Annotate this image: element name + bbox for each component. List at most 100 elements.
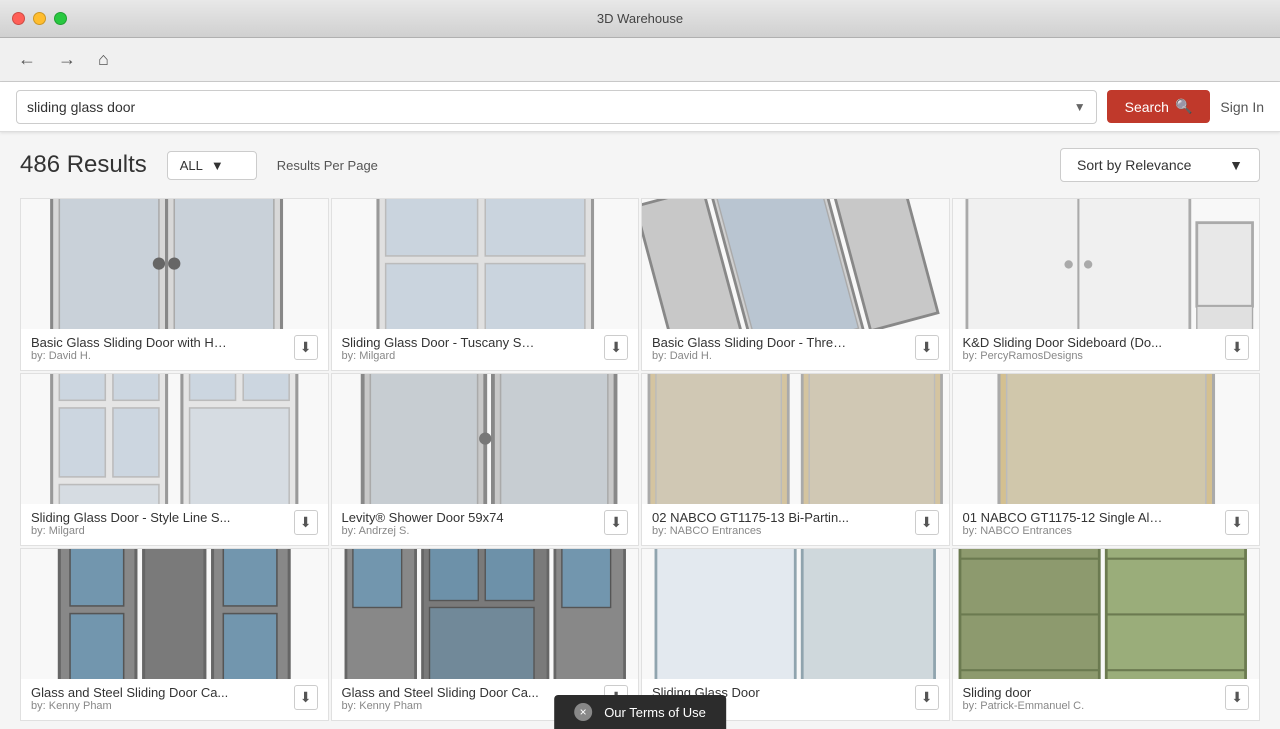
sort-dropdown[interactable]: Sort by Relevance ▼	[1060, 148, 1260, 182]
download-button[interactable]: ⬇	[294, 685, 318, 710]
item-info: Basic Glass Sliding Door with Ha... by: …	[21, 329, 328, 370]
item-text: 01 NABCO GT1175-12 Single All... by: NAB…	[963, 510, 1226, 537]
minimize-button[interactable]	[33, 12, 46, 25]
item-author: by: David H.	[31, 350, 294, 362]
item-info: Sliding Glass Door - Style Line S... by:…	[21, 504, 328, 545]
item-image	[21, 199, 328, 329]
grid-item[interactable]: 01 NABCO GT1175-12 Single All... by: NAB…	[952, 373, 1261, 546]
item-title: Sliding Glass Door - Tuscany Ser...	[342, 335, 542, 350]
item-text: Sliding Glass Door - Tuscany Ser... by: …	[342, 335, 605, 362]
results-area: 486 Results ALL ▼ Results Per Page Sort …	[0, 132, 1280, 729]
item-image	[332, 199, 639, 329]
item-info: 02 NABCO GT1175-13 Bi-Partin... by: NABC…	[642, 504, 949, 545]
item-text: K&D Sliding Door Sideboard (Do... by: Pe…	[963, 335, 1226, 362]
item-info: Sliding door by: Patrick-Emmanuel C. ⬇	[953, 679, 1260, 720]
download-button[interactable]: ⬇	[294, 335, 318, 360]
item-image	[953, 549, 1260, 679]
item-info: Basic Glass Sliding Door - Three ... by:…	[642, 329, 949, 370]
grid-item[interactable]: 02 NABCO GT1175-13 Bi-Partin... by: NABC…	[641, 373, 950, 546]
download-button[interactable]: ⬇	[604, 335, 628, 360]
download-button[interactable]: ⬇	[915, 335, 939, 360]
terms-banner: × Our Terms of Use	[554, 695, 726, 729]
search-input-wrap[interactable]: ▼	[16, 90, 1097, 124]
grid-item[interactable]: Sliding Glass Door - Style Line S... by:…	[20, 373, 329, 546]
item-title: Levity® Shower Door 59x74	[342, 510, 542, 525]
navbar: ← → ⌂	[0, 38, 1280, 82]
item-info: K&D Sliding Door Sideboard (Do... by: Pe…	[953, 329, 1260, 370]
sign-in-link[interactable]: Sign In	[1220, 99, 1264, 115]
item-title: Sliding door	[963, 685, 1163, 700]
item-image	[642, 199, 949, 329]
item-text: Sliding Glass Door - Style Line S... by:…	[31, 510, 294, 537]
item-image	[332, 549, 639, 679]
close-button[interactable]	[12, 12, 25, 25]
forward-button[interactable]: →	[52, 45, 82, 74]
filter-dropdown-icon: ▼	[211, 158, 224, 173]
item-info: Sliding Glass Door - Tuscany Ser... by: …	[332, 329, 639, 370]
searchbar: ▼ Search 🔍 Sign In	[0, 82, 1280, 132]
filter-label: ALL	[180, 158, 203, 173]
grid-item[interactable]: Basic Glass Sliding Door - Three ... by:…	[641, 198, 950, 371]
item-title: Basic Glass Sliding Door - Three ...	[652, 335, 852, 350]
item-image	[332, 374, 639, 504]
back-button[interactable]: ←	[12, 45, 42, 74]
search-icon: 🔍	[1175, 98, 1192, 115]
item-text: Glass and Steel Sliding Door Ca... by: K…	[31, 685, 294, 712]
grid-item[interactable]: Levity® Shower Door 59x74 by: Andrzej S.…	[331, 373, 640, 546]
grid-item[interactable]: K&D Sliding Door Sideboard (Do... by: Pe…	[952, 198, 1261, 371]
grid-item[interactable]: Sliding Glass Door - Tuscany Ser... by: …	[331, 198, 640, 371]
item-author: by: NABCO Entrances	[652, 525, 915, 537]
search-label: Search	[1125, 99, 1169, 115]
item-image: ————	[21, 549, 328, 679]
results-grid: Basic Glass Sliding Door with Ha... by: …	[20, 198, 1260, 721]
download-button[interactable]: ⬇	[1225, 685, 1249, 710]
item-author: by: Andrzej S.	[342, 525, 605, 537]
item-text: Sliding door by: Patrick-Emmanuel C.	[963, 685, 1226, 712]
item-image	[953, 374, 1260, 504]
window-title: 3D Warehouse	[597, 11, 683, 26]
item-author: by: Kenny Pham	[31, 700, 294, 712]
terms-label[interactable]: Our Terms of Use	[604, 705, 706, 720]
window-controls	[12, 12, 67, 25]
grid-item[interactable]: ———— Glass and Steel Sliding Door Ca... …	[20, 548, 329, 721]
item-text: Basic Glass Sliding Door - Three ... by:…	[652, 335, 915, 362]
item-image	[642, 374, 949, 504]
download-button[interactable]: ⬇	[915, 510, 939, 535]
item-title: Glass and Steel Sliding Door Ca...	[342, 685, 542, 700]
grid-item[interactable]: Sliding door by: Patrick-Emmanuel C. ⬇	[952, 548, 1261, 721]
terms-close-button[interactable]: ×	[574, 703, 592, 721]
download-button[interactable]: ⬇	[1225, 510, 1249, 535]
item-info: 01 NABCO GT1175-12 Single All... by: NAB…	[953, 504, 1260, 545]
download-button[interactable]: ⬇	[604, 510, 628, 535]
download-button[interactable]: ⬇	[294, 510, 318, 535]
maximize-button[interactable]	[54, 12, 67, 25]
item-info: Levity® Shower Door 59x74 by: Andrzej S.…	[332, 504, 639, 545]
download-button[interactable]: ⬇	[915, 685, 939, 710]
item-title: Sliding Glass Door - Style Line S...	[31, 510, 231, 525]
search-input[interactable]	[27, 99, 1074, 115]
item-image	[21, 374, 328, 504]
item-image	[642, 549, 949, 679]
grid-item[interactable]: Basic Glass Sliding Door with Ha... by: …	[20, 198, 329, 371]
item-text: Basic Glass Sliding Door with Ha... by: …	[31, 335, 294, 362]
download-button[interactable]: ⬇	[1225, 335, 1249, 360]
results-per-page-label: Results Per Page	[277, 158, 378, 173]
search-dropdown-icon[interactable]: ▼	[1074, 100, 1086, 114]
item-author: by: PercyRamosDesigns	[963, 350, 1226, 362]
item-author: by: NABCO Entrances	[963, 525, 1226, 537]
filter-dropdown[interactable]: ALL ▼	[167, 151, 257, 180]
item-author: by: Milgard	[342, 350, 605, 362]
item-author: by: Milgard	[31, 525, 294, 537]
search-button[interactable]: Search 🔍	[1107, 90, 1211, 123]
home-button[interactable]: ⌂	[92, 45, 115, 74]
item-image	[953, 199, 1260, 329]
item-title: Glass and Steel Sliding Door Ca...	[31, 685, 231, 700]
item-title: 01 NABCO GT1175-12 Single All...	[963, 510, 1163, 525]
results-count: 486 Results	[20, 151, 147, 179]
titlebar: 3D Warehouse	[0, 0, 1280, 38]
item-title: K&D Sliding Door Sideboard (Do...	[963, 335, 1163, 350]
sort-label: Sort by Relevance	[1077, 157, 1191, 173]
sort-dropdown-icon: ▼	[1229, 157, 1243, 173]
item-author: by: Patrick-Emmanuel C.	[963, 700, 1226, 712]
item-text: 02 NABCO GT1175-13 Bi-Partin... by: NABC…	[652, 510, 915, 537]
